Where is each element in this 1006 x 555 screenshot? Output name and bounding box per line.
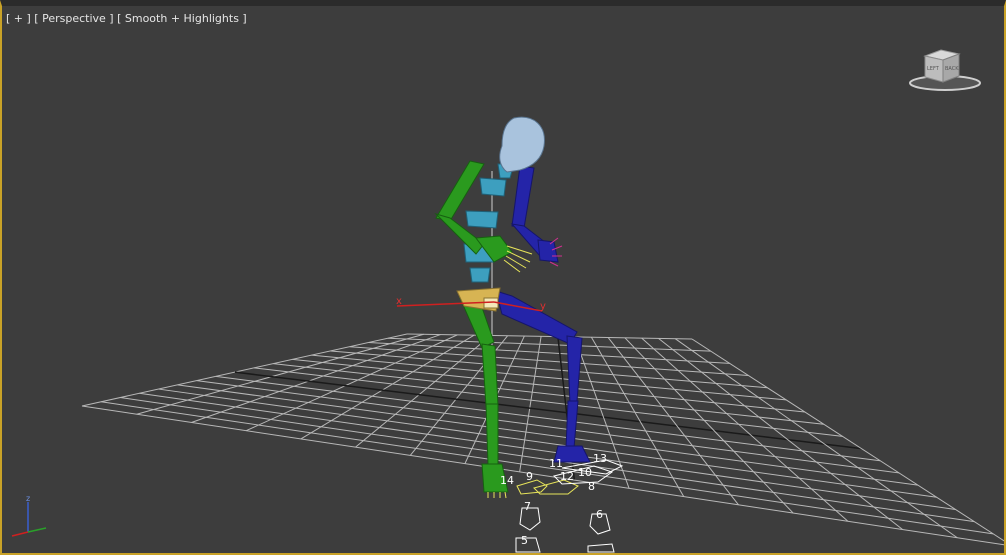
axis-tripod: z [11,494,47,537]
viewcube[interactable]: LEFT BACK [907,46,983,96]
grid-line [234,371,862,450]
gizmo-y-label: y [540,301,546,312]
footstep-label-13: 13 [593,452,607,465]
viewcube-back-label: BACK [945,66,959,72]
footstep-label-11: 11 [549,457,563,470]
footstep-label-9: 9 [526,470,533,483]
ground-grid [81,333,1004,546]
grid-line [81,405,1004,546]
grid-line [300,334,475,440]
footstep-label-14: 14 [500,474,514,487]
footstep-label-7: 7 [524,500,531,513]
grid-line [658,338,903,530]
grid-line [136,333,424,415]
footstep-label-6: 6 [596,508,603,521]
left-toes [487,491,507,499]
grid-line [311,354,787,401]
viewcube-left-label: LEFT [927,66,940,72]
grid-line [191,334,441,423]
grid-line [81,333,408,407]
biped-figure[interactable] [434,116,591,499]
grid-line [519,336,542,472]
right-arm[interactable] [510,165,559,263]
footstep-numbers: 14 9 11 12 10 13 8 7 6 5 [500,452,607,547]
footstep-label-8: 8 [588,480,595,493]
head[interactable] [499,116,545,173]
axis-z-label: z [26,494,30,503]
gizmo-x-label: x [396,296,402,307]
footstep-label-5: 5 [521,534,528,547]
footstep-label-12: 12 [560,470,574,483]
grid-line [196,380,900,474]
grid-line [177,384,918,486]
grid-line [368,341,730,364]
grid-line [292,358,805,413]
grid-line [641,337,849,522]
grid-line [624,337,794,514]
spine[interactable] [463,177,507,283]
footstep-label-10: 10 [578,466,592,479]
grid-line [254,367,843,437]
left-leg[interactable] [459,295,509,493]
scene-canvas[interactable]: x y 14 9 11 12 10 13 8 7 6 5 [2,6,1004,555]
ribbon-tab-polygon-modeling[interactable]: Polygon Modeling [12,0,99,5]
perspective-viewport[interactable]: Polygon Modeling [ + ] [ Perspective ] [… [0,0,1006,555]
